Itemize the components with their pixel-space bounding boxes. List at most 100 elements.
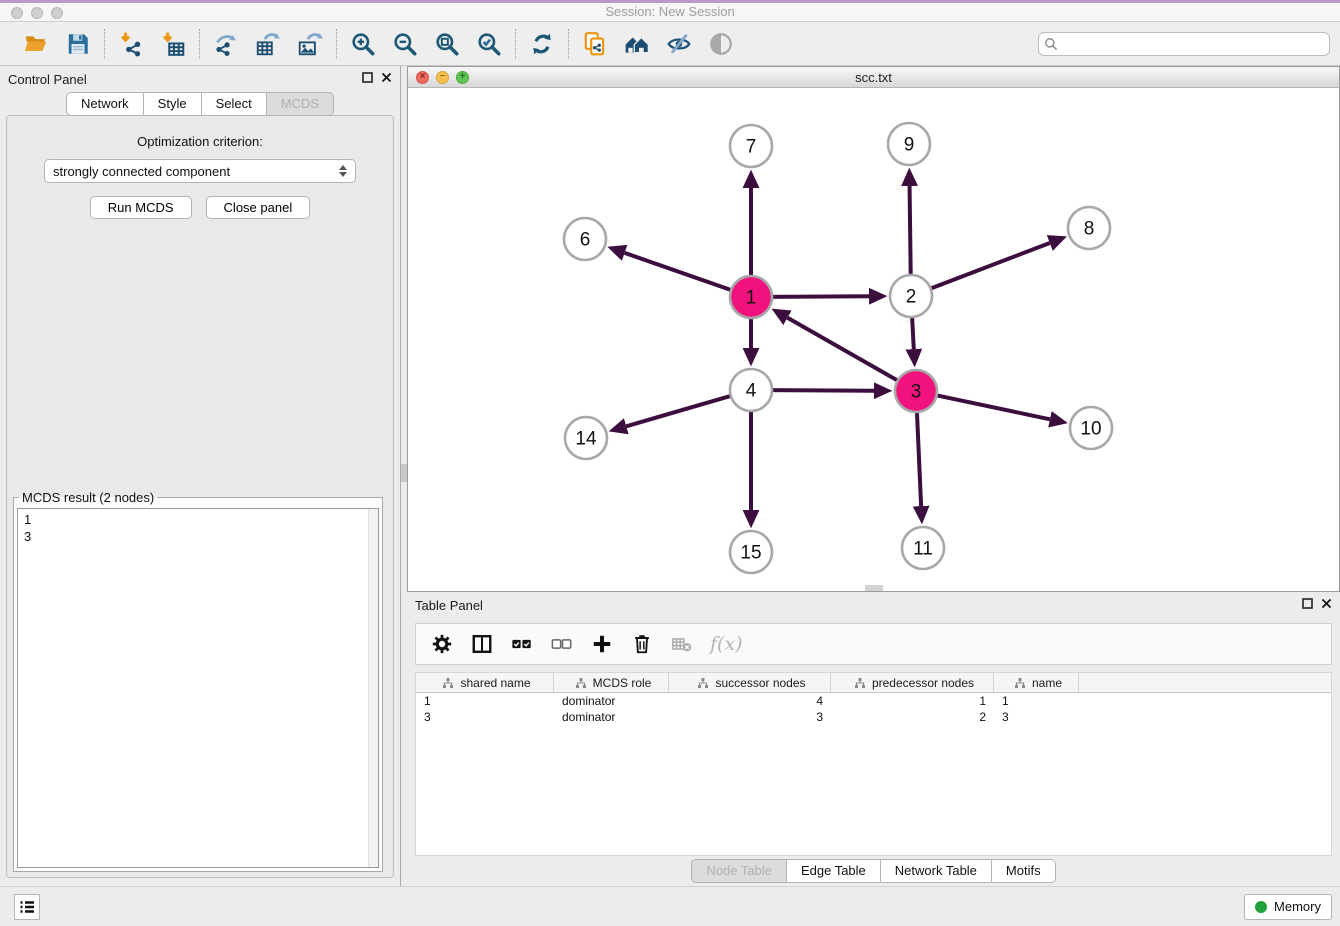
zoom-selected-icon[interactable] [475,30,503,58]
export-image-icon[interactable] [296,30,324,58]
table-cell[interactable]: dominator [554,694,669,708]
table-cell[interactable]: 3 [994,710,1079,724]
memory-status-icon [1255,901,1267,913]
graph-edge-2-8[interactable] [929,243,1050,289]
mcds-result-area[interactable]: 1 3 [17,508,379,868]
graph-node-9[interactable]: 9 [888,123,930,165]
graph-node-1[interactable]: 1 [730,276,772,318]
deselect-all-icon[interactable] [550,632,574,656]
graph-edge-2-9[interactable] [910,186,911,277]
close-panel-button[interactable]: Close panel [206,196,311,219]
graph-node-15[interactable]: 15 [730,531,772,573]
control-panel-close-button[interactable] [381,70,392,88]
graph-edge-1-6[interactable] [625,253,733,291]
graph-node-6[interactable]: 6 [564,218,606,260]
network-graph[interactable]: 1 2 3 4 6 7 8 9 10 11 14 15 [408,88,1339,590]
search-icon [1044,37,1058,56]
tab-network[interactable]: Network [66,92,144,116]
svg-text:7: 7 [746,137,757,158]
graph-edge-3-1[interactable] [787,318,899,382]
table-cell[interactable]: 3 [416,710,554,724]
graph-edge-4-14[interactable] [626,395,732,426]
svg-text:9: 9 [904,135,915,156]
hide-eye-icon[interactable] [665,30,693,58]
save-session-icon[interactable] [64,30,92,58]
table-panel-float-button[interactable] [1302,596,1313,614]
graph-edge-3-10[interactable] [935,395,1050,419]
panel-splitter[interactable] [400,66,407,886]
column-header-name[interactable]: name [994,673,1079,692]
import-table-icon[interactable] [159,30,187,58]
network-view-titlebar[interactable]: scc.txt × − + [408,67,1339,88]
task-history-button[interactable] [14,894,40,920]
select-all-icon[interactable] [510,632,534,656]
table-row[interactable]: 3dominator323 [416,709,1331,725]
column-label: shared name [460,676,530,690]
table-cell[interactable]: 4 [669,694,831,708]
column-header-predecessor-nodes[interactable]: predecessor nodes [831,673,994,692]
zoom-in-icon[interactable] [349,30,377,58]
column-label: MCDS role [593,676,652,690]
table-panel-close-button[interactable] [1321,596,1332,614]
table-cell[interactable]: 1 [994,694,1079,708]
tab-network-table[interactable]: Network Table [881,859,992,883]
node-table: shared name MCDS role successor nodesprede… [415,672,1332,856]
zoom-fit-icon[interactable] [433,30,461,58]
control-panel-float-button[interactable] [362,70,373,88]
networks-home-icon[interactable] [623,30,651,58]
column-header-successor-nodes[interactable]: successor nodes [669,673,831,692]
refresh-layout-icon[interactable] [528,30,556,58]
graph-node-2[interactable]: 2 [890,275,932,317]
graph-node-3[interactable]: 3 [895,370,937,412]
export-network-icon[interactable] [212,30,240,58]
window-zoom-button[interactable] [51,7,63,19]
table-row[interactable]: 1dominator411 [416,693,1331,709]
column-header-MCDS-role[interactable]: MCDS role [554,673,669,692]
window-close-button[interactable] [11,7,23,19]
window-minimize-button[interactable] [31,7,43,19]
run-mcds-button[interactable]: Run MCDS [90,196,192,219]
column-sort-icon [442,677,454,689]
graph-node-7[interactable]: 7 [730,125,772,167]
table-cell[interactable]: 2 [831,710,994,724]
mcds-panel: Optimization criterion: strongly connect… [6,115,394,878]
settings-gear-icon[interactable] [430,632,454,656]
export-table-icon[interactable] [254,30,282,58]
graph-edge-4-3[interactable] [770,390,874,391]
tab-edge-table[interactable]: Edge Table [787,859,881,883]
add-column-icon[interactable] [590,632,614,656]
zoom-out-icon[interactable] [391,30,419,58]
graph-node-4[interactable]: 4 [730,369,772,411]
delete-column-icon[interactable] [630,632,654,656]
graph-node-8[interactable]: 8 [1068,207,1110,249]
mcds-result-scrollbar[interactable] [368,509,378,867]
search-input[interactable] [1038,32,1330,56]
columns-icon[interactable] [470,632,494,656]
graph-edge-3-11[interactable] [917,410,921,506]
table-cell[interactable]: dominator [554,710,669,724]
tab-node-table[interactable]: Node Table [691,859,787,883]
select-chevrons-icon [339,165,347,177]
network-canvas[interactable]: 1 2 3 4 6 7 8 9 10 11 14 15 [408,88,1339,591]
network-resize-grip[interactable] [865,585,883,591]
svg-text:14: 14 [575,429,597,450]
graph-edge-2-3[interactable] [912,315,914,349]
table-empty-area [416,725,1331,855]
memory-button[interactable]: Memory [1244,894,1332,920]
table-cell[interactable]: 3 [669,710,831,724]
table-cell[interactable]: 1 [416,694,554,708]
tab-mcds[interactable]: MCDS [267,92,334,116]
tab-select[interactable]: Select [202,92,267,116]
duplicate-network-icon[interactable] [581,30,609,58]
criterion-select[interactable]: strongly connected component [44,159,356,183]
column-header-shared-name[interactable]: shared name [416,673,554,692]
graph-node-11[interactable]: 11 [902,527,944,569]
import-network-icon[interactable] [117,30,145,58]
table-cell[interactable]: 1 [831,694,994,708]
tab-style[interactable]: Style [144,92,202,116]
graph-node-14[interactable]: 14 [565,417,607,459]
graph-edge-1-2[interactable] [770,296,869,297]
tab-motifs[interactable]: Motifs [992,859,1056,883]
graph-node-10[interactable]: 10 [1070,407,1112,449]
open-session-icon[interactable] [22,30,50,58]
